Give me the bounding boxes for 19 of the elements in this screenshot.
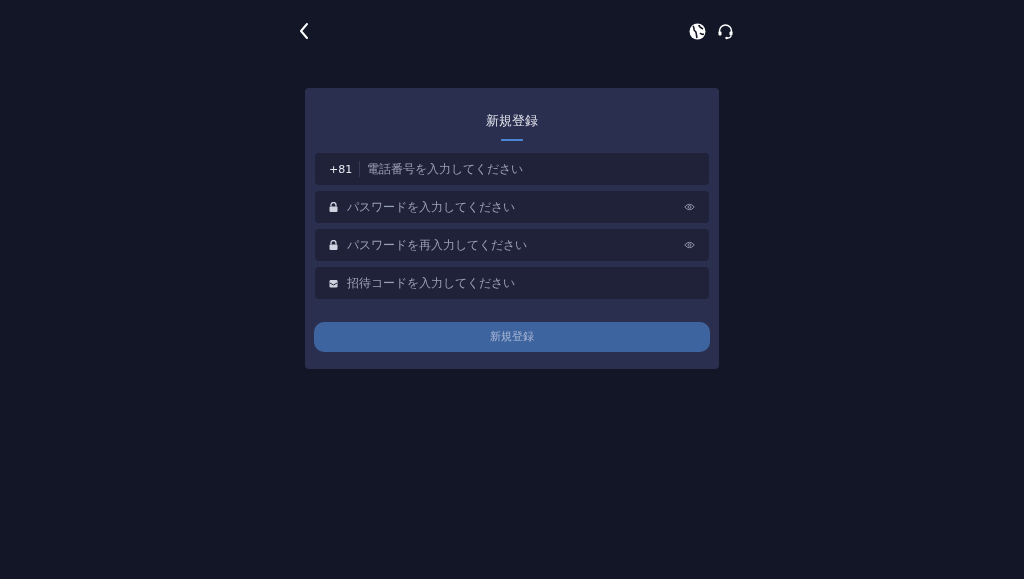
- envelope-icon: [329, 278, 338, 288]
- input-field[interactable]: +81 電話番号を入力してください: [315, 153, 709, 185]
- text-input[interactable]: 招待コードを入力してください: [347, 276, 695, 290]
- country-code[interactable]: +81: [329, 162, 353, 176]
- input-field[interactable]: 招待コードを入力してください: [315, 267, 709, 299]
- back-icon[interactable]: [298, 22, 310, 40]
- text-input[interactable]: パスワードを再入力してください: [347, 238, 675, 252]
- globe-icon[interactable]: [689, 22, 706, 40]
- input-field[interactable]: パスワードを入力してください: [315, 191, 709, 223]
- input-field[interactable]: パスワードを再入力してください: [315, 229, 709, 261]
- lock-icon: [329, 202, 338, 212]
- eye-icon[interactable]: [684, 241, 695, 249]
- lock-icon: [329, 240, 338, 250]
- text-input[interactable]: パスワードを入力してください: [347, 200, 675, 214]
- form-title: 新規登録: [486, 112, 538, 130]
- headset-icon[interactable]: [717, 22, 734, 40]
- title-underline: [501, 139, 523, 141]
- eye-icon[interactable]: [684, 203, 695, 211]
- text-input[interactable]: 電話番号を入力してください: [367, 162, 695, 176]
